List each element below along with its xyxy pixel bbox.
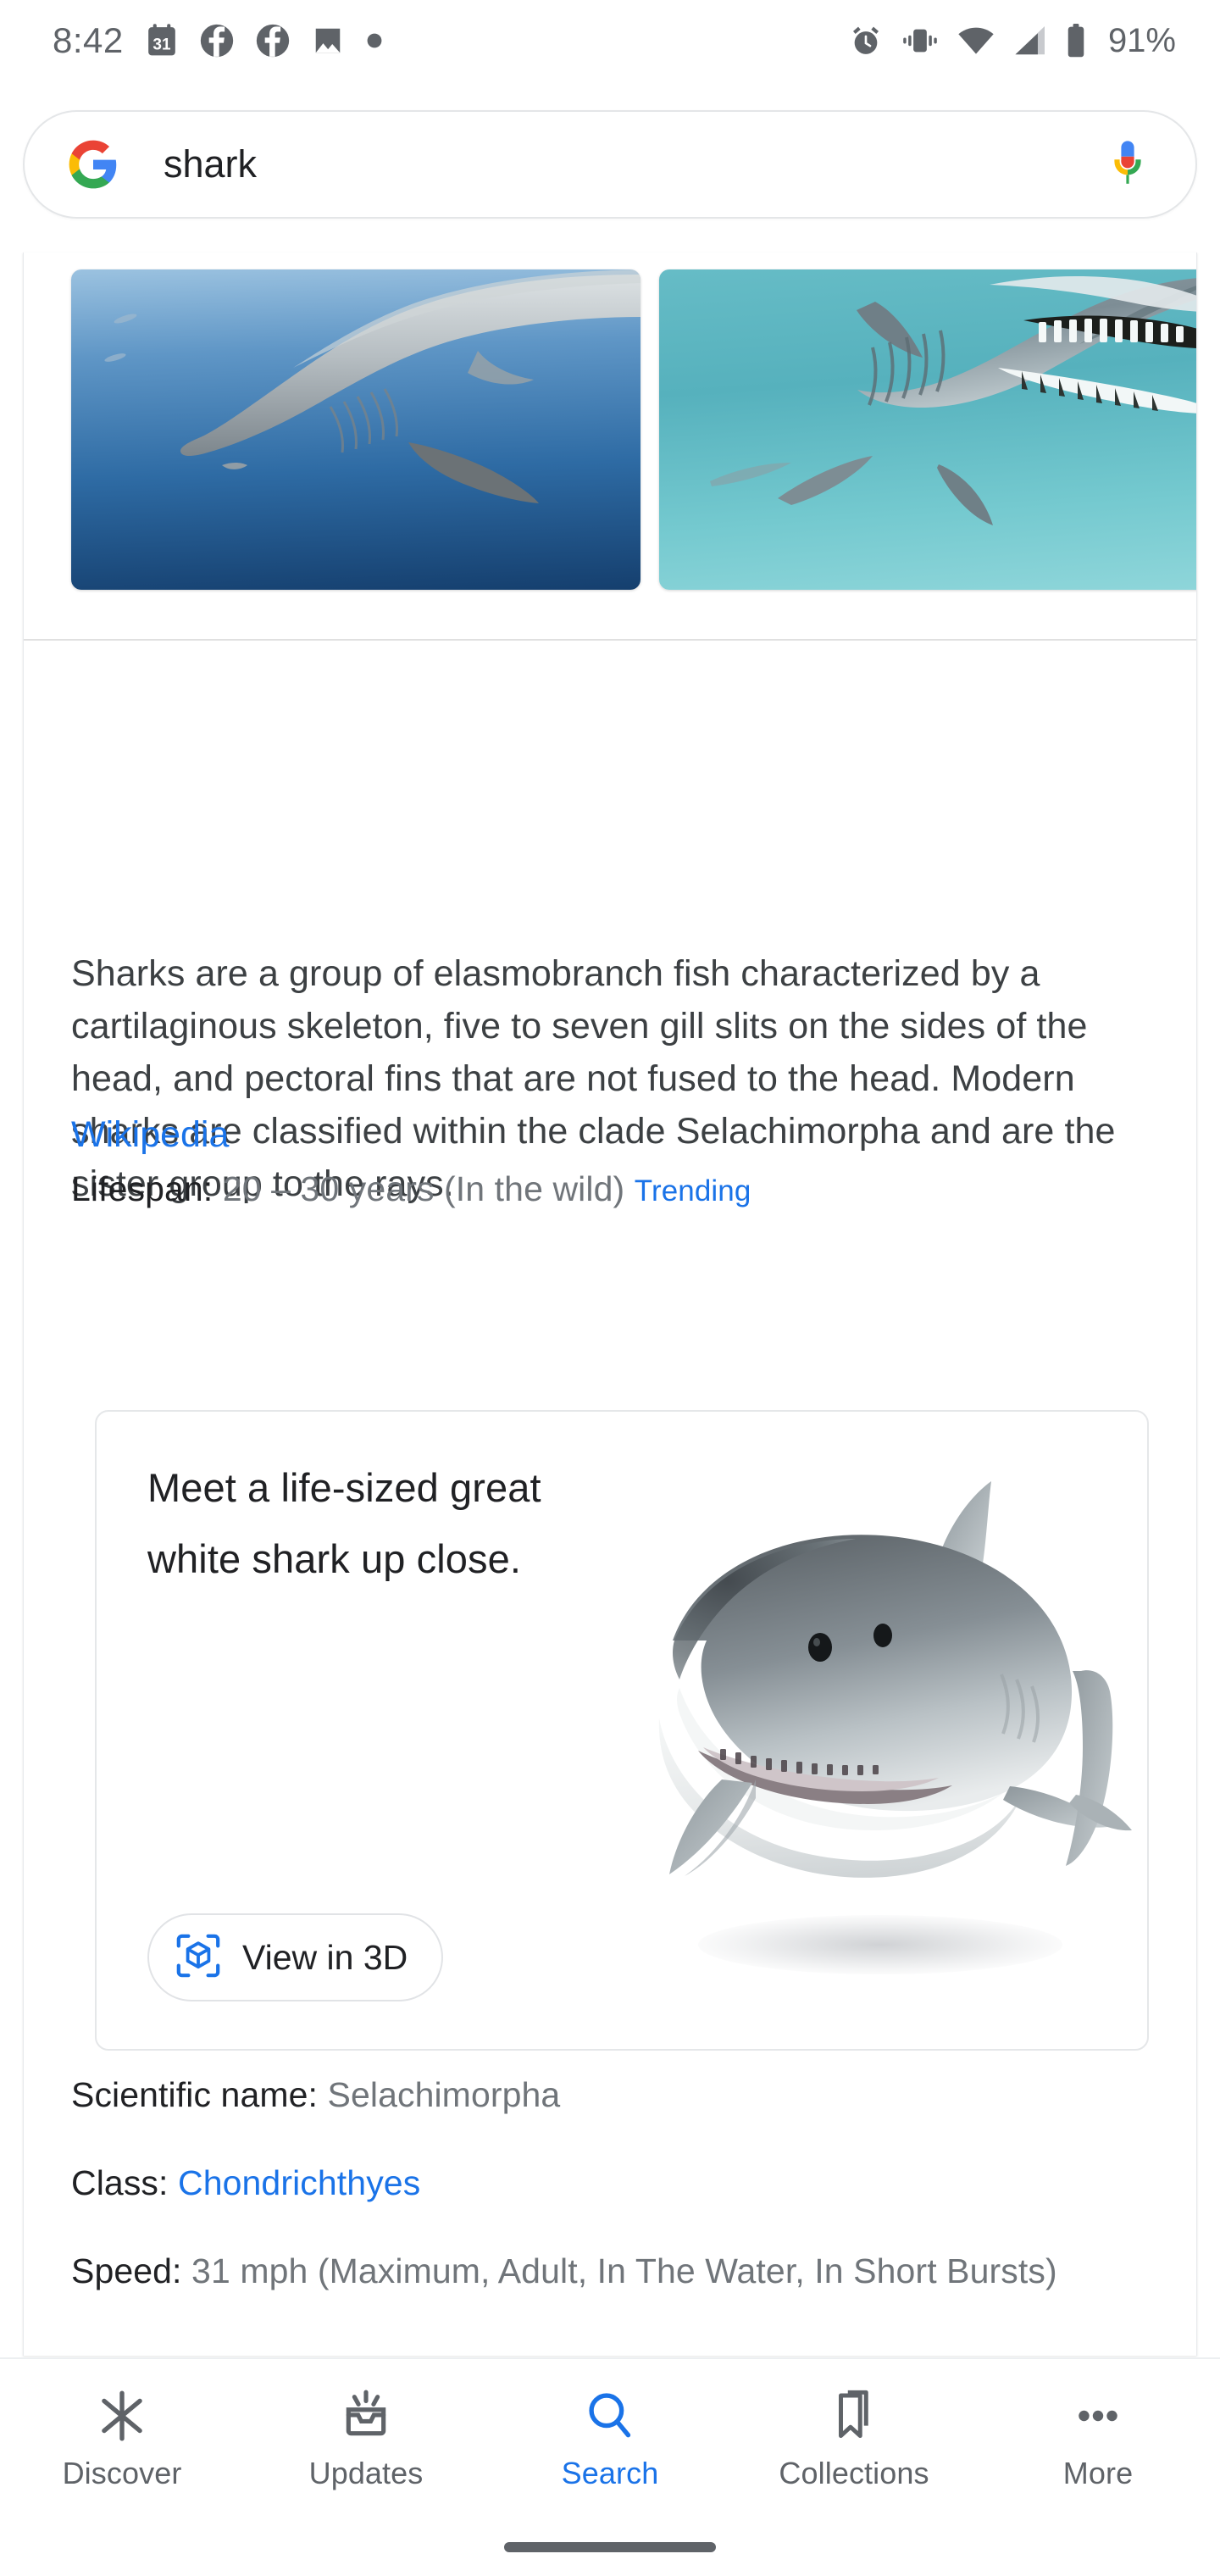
status-time: 8:42: [53, 20, 124, 60]
alarm-icon: [849, 24, 883, 58]
phone-screen: 8:42 31 91% shark Sharks are a group of …: [0, 0, 1220, 2576]
nav-item-search[interactable]: Search: [488, 2388, 732, 2491]
dot-icon: [366, 32, 383, 49]
discover-asterisk-icon: [96, 2388, 148, 2444]
fact-scientific-name: Scientific name: Selachimorpha: [71, 2071, 560, 2118]
fact-label: Class:: [71, 2163, 169, 2202]
section-divider: [24, 639, 1196, 641]
vibrate-icon: [901, 25, 939, 56]
cellular-signal-icon: [1013, 26, 1047, 55]
result-image-2[interactable]: [659, 269, 1196, 590]
bottom-navigation-bar: Discover Updates Search Collections More: [0, 2357, 1220, 2576]
fact-label: Scientific name:: [71, 2075, 319, 2114]
status-bar: 8:42 31 91%: [0, 0, 1220, 81]
fact-class: Class: Chondrichthyes: [71, 2159, 420, 2207]
nav-label: Collections: [779, 2456, 929, 2490]
fact-label: Speed:: [71, 2251, 182, 2290]
more-dots-icon: [1072, 2388, 1124, 2444]
fact-value: Selachimorpha: [327, 2075, 561, 2114]
photo-icon: [312, 25, 344, 57]
shark-3d-model[interactable]: [571, 1429, 1147, 2022]
battery-icon: [1066, 24, 1086, 58]
result-image-1[interactable]: [71, 269, 640, 590]
fact-lifespan-label: Lifespan:: [71, 1169, 214, 1208]
nav-item-collections[interactable]: Collections: [732, 2388, 976, 2491]
search-bar[interactable]: shark: [23, 110, 1197, 219]
facebook-icon: [256, 24, 290, 58]
facebook-icon: [200, 24, 234, 58]
fact-lifespan: Lifespan: 20 – 30 years (In the wild) Tr…: [71, 1165, 751, 1215]
search-magnifier-icon: [584, 2388, 636, 2444]
nav-item-updates[interactable]: Updates: [244, 2388, 488, 2491]
gesture-home-bar[interactable]: [504, 2542, 716, 2552]
fact-value-link[interactable]: Chondrichthyes: [178, 2163, 420, 2202]
svg-text:31: 31: [152, 36, 171, 53]
card-3d-title: Meet a life-sized great white shark up c…: [147, 1465, 541, 1581]
battery-percentage: 91%: [1107, 21, 1176, 59]
ar-cube-icon: [176, 1934, 220, 1982]
fact-speed: Speed: 31 mph (Maximum, Adult, In The Wa…: [71, 2247, 1152, 2295]
fact-lifespan-value: 20 – 30 years (In the wild): [222, 1169, 625, 1208]
google-g-logo-icon: [67, 138, 119, 191]
bookmark-icon: [828, 2388, 880, 2444]
nav-label: More: [1062, 2456, 1134, 2490]
view-in-3d-button[interactable]: View in 3D: [147, 1913, 444, 2001]
wikipedia-source-link[interactable]: Wikipedia: [71, 1108, 229, 1161]
model-shadow: [698, 1915, 1062, 1974]
calendar-31-icon: 31: [146, 23, 178, 58]
status-bar-left: 8:42 31: [53, 20, 383, 61]
search-input[interactable]: shark: [164, 142, 1109, 186]
trending-badge[interactable]: Trending: [635, 1174, 751, 1208]
view-in-3d-card[interactable]: Meet a life-sized great white shark up c…: [95, 1410, 1149, 2051]
nav-label: Search: [561, 2456, 659, 2490]
nav-label: Discover: [62, 2456, 182, 2490]
image-strip: [24, 269, 1196, 590]
nav-label: Updates: [308, 2456, 424, 2490]
updates-inbox-icon: [340, 2388, 392, 2444]
nav-item-more[interactable]: More: [976, 2388, 1220, 2491]
view-in-3d-label: View in 3D: [242, 1937, 408, 1977]
wifi-icon: [957, 26, 995, 55]
status-bar-right: 91%: [849, 22, 1176, 60]
microphone-icon[interactable]: [1109, 139, 1146, 190]
knowledge-panel-card: Sharks are a group of elasmobranch fish …: [23, 253, 1197, 2356]
fact-value: 31 mph (Maximum, Adult, In The Water, In…: [191, 2251, 1057, 2290]
nav-item-discover[interactable]: Discover: [0, 2388, 244, 2491]
